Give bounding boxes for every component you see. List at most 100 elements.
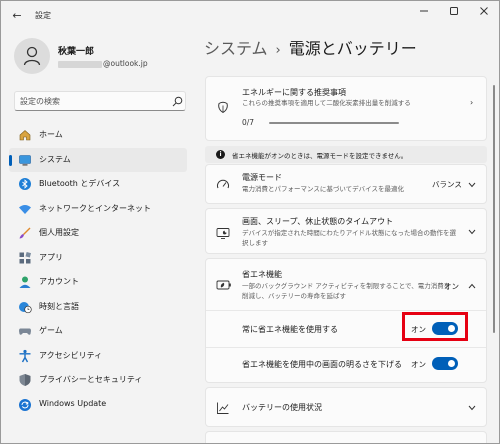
- search-box[interactable]: [14, 91, 186, 111]
- account-icon: [19, 276, 31, 288]
- sidebar-nav: ホーム システム Bluetooth とデバイス ネットワークとインターネット: [9, 123, 187, 417]
- energy-saver-dim-toggle[interactable]: [432, 357, 458, 370]
- power-mode-title: 電源モード: [242, 173, 282, 182]
- sidebar-item-label: 個人用設定: [39, 228, 79, 237]
- chart-icon: [217, 402, 229, 414]
- sidebar-item-label: ゲーム: [39, 326, 63, 335]
- sidebar-item-label: ホーム: [39, 130, 63, 139]
- update-icon: [19, 398, 31, 411]
- sidebar-item-label: ネットワークとインターネット: [39, 203, 151, 213]
- energy-saver-title: 省エネ機能: [242, 270, 282, 279]
- energy-saver-dim-state: オン: [411, 360, 426, 369]
- power-mode-card[interactable]: 電源モード 電力消費とパフォーマンスに基づいてデバイスを最適化 バランス: [205, 164, 487, 204]
- breadcrumb: システム › 電源とバッテリー: [204, 35, 417, 59]
- energy-saver-header[interactable]: 省エネ機能 一部のバックグラウンド アクティビティを制限することで、電力消費を …: [206, 259, 486, 309]
- chevron-down-icon: [468, 229, 476, 235]
- search-icon[interactable]: [172, 96, 183, 107]
- sidebar-item-apps[interactable]: アプリ: [9, 246, 187, 271]
- accessibility-icon: [19, 349, 31, 362]
- globe-clock-icon: [19, 301, 32, 313]
- user-email-domain: @outlook.jp: [103, 59, 148, 68]
- settings-window: ← 設定 秋葉一郎 @outlook.jp ホー: [0, 0, 500, 444]
- info-banner-text: 省エネ機能がオンのときは、電源モードを設定できません。: [232, 152, 408, 160]
- brush-icon: [19, 227, 31, 239]
- sidebar-item-privacy-security[interactable]: プライバシーとセキュリティ: [9, 368, 187, 393]
- screen-sleep-description-line1: デバイスが指定された時間にわたりアイドル状態になった場合の動作を選: [242, 229, 456, 237]
- apps-icon: [19, 251, 31, 263]
- energy-saver-always-label: 常に省エネ機能を使用する: [242, 325, 338, 334]
- minimize-icon: [420, 10, 428, 12]
- energy-saver-status: オン: [444, 282, 459, 291]
- minimize-button[interactable]: [409, 1, 439, 27]
- sidebar-item-label: プライバシーとセキュリティ: [39, 375, 143, 384]
- breadcrumb-parent[interactable]: システム: [204, 39, 268, 58]
- leaf-icon: [218, 101, 228, 114]
- person-icon: [23, 46, 41, 66]
- recommendations-progress-text: 0/7: [242, 118, 255, 127]
- sidebar-item-label: アクセシビリティ: [39, 350, 103, 360]
- sidebar-item-gaming[interactable]: ゲーム: [9, 319, 187, 344]
- sidebar-item-system[interactable]: システム: [9, 147, 187, 172]
- recommendations-progress-bar: [269, 122, 399, 124]
- maximize-button[interactable]: [439, 1, 469, 27]
- energy-saver-description-line1: 一部のバックグラウンド アクティビティを制限することで、電力消費を: [242, 282, 451, 290]
- gauge-icon: [217, 179, 229, 189]
- power-mode-dropdown[interactable]: バランス: [432, 179, 462, 190]
- screen-sleep-description-line2: 択します: [242, 239, 268, 247]
- energy-saver-dim-label: 省エネ機能を使用中の画面の明るさを下げる: [242, 360, 402, 369]
- screen-sleep-title: 画面、スリープ、休止状態のタイムアウト: [242, 217, 394, 226]
- system-icon: [19, 154, 31, 165]
- energy-saver-description-line2: 削減し、バッテリーの寿命を延ばす: [242, 292, 346, 300]
- sidebar-item-network[interactable]: ネットワークとインターネット: [9, 197, 187, 222]
- sidebar-item-label: システム: [39, 154, 71, 164]
- scrollbar[interactable]: [493, 85, 495, 333]
- battery-usage-card[interactable]: バッテリーの使用状況: [205, 387, 487, 427]
- chevron-right-icon: ›: [470, 98, 474, 107]
- close-button[interactable]: [469, 1, 499, 27]
- chevron-down-icon: [468, 405, 476, 411]
- sidebar-item-label: Windows Update: [39, 398, 107, 408]
- sidebar-item-bluetooth[interactable]: Bluetooth とデバイス: [9, 172, 187, 197]
- monitor-sleep-icon: [216, 228, 230, 239]
- info-icon: i: [216, 150, 225, 159]
- breadcrumb-separator: ›: [275, 43, 281, 58]
- sidebar-item-time-language[interactable]: 時刻と言語: [9, 295, 187, 320]
- home-icon: [19, 130, 31, 141]
- sidebar-item-accessibility[interactable]: アクセシビリティ: [9, 344, 187, 369]
- energy-saver-description: 一部のバックグラウンド アクティビティを制限することで、電力消費を 削減し、バッ…: [242, 281, 451, 301]
- info-banner: i 省エネ機能がオンのときは、電源モードを設定できません。: [205, 146, 487, 163]
- sidebar-item-home[interactable]: ホーム: [9, 123, 187, 148]
- user-email: @outlook.jp: [58, 59, 148, 68]
- avatar[interactable]: [14, 38, 50, 74]
- chevron-down-icon: [468, 182, 476, 188]
- sidebar-item-label: アプリ: [39, 252, 63, 262]
- search-input[interactable]: [20, 95, 160, 108]
- shield-icon: [19, 374, 31, 386]
- user-name: 秋葉一郎: [58, 47, 95, 57]
- back-arrow-icon[interactable]: ←: [9, 8, 25, 24]
- bluetooth-icon: [19, 178, 31, 190]
- sidebar-item-label: Bluetooth とデバイス: [39, 179, 121, 188]
- next-card-partial[interactable]: [205, 431, 487, 443]
- power-mode-description: 電力消費とパフォーマンスに基づいてデバイスを最適化: [242, 185, 404, 193]
- title-bar: ← 設定: [1, 1, 499, 31]
- maximize-icon: [450, 7, 458, 15]
- redacted-email-prefix: [58, 60, 102, 68]
- gamepad-icon: [19, 328, 31, 335]
- sidebar-item-windows-update[interactable]: Windows Update: [9, 393, 187, 418]
- sidebar-item-personalization[interactable]: 個人用設定: [9, 221, 187, 246]
- page-title: 電源とバッテリー: [288, 39, 417, 58]
- highlight-box: [402, 312, 468, 341]
- battery-usage-title: バッテリーの使用状況: [242, 403, 322, 412]
- screen-sleep-card[interactable]: 画面、スリープ、休止状態のタイムアウト デバイスが指定された時間にわたりアイドル…: [205, 208, 487, 254]
- sidebar-item-accounts[interactable]: アカウント: [9, 270, 187, 295]
- battery-leaf-icon: [216, 280, 231, 290]
- energy-recommendations-title: エネルギーに関する推奨事項: [242, 88, 346, 97]
- close-icon: [480, 7, 488, 15]
- energy-recommendations-card[interactable]: エネルギーに関する推奨事項 これらの推奨事項を適用して二酸化炭素排出量を削減する…: [205, 76, 487, 141]
- screen-sleep-description: デバイスが指定された時間にわたりアイドル状態になった場合の動作を選 択します: [242, 228, 462, 248]
- wifi-icon: [19, 204, 31, 214]
- sidebar-item-label: 時刻と言語: [39, 301, 79, 311]
- energy-recommendations-description: これらの推奨事項を適用して二酸化炭素排出量を削減する: [242, 99, 411, 107]
- energy-saver-dim-row: 省エネ機能を使用中の画面の明るさを下げる オン: [206, 348, 486, 384]
